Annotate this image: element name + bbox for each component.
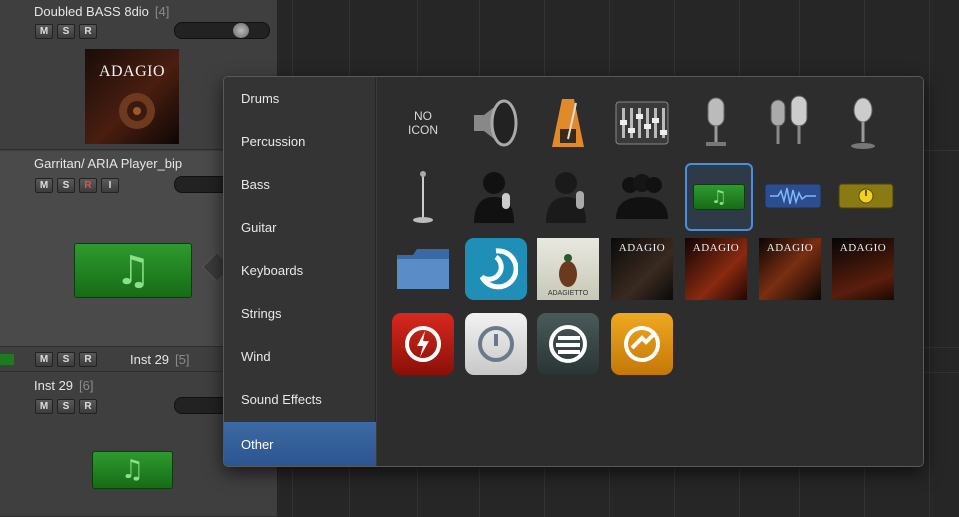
category-list: Drums Percussion Bass Guitar Keyboards S… [224, 77, 376, 466]
no-icon-option[interactable]: NO ICON [392, 92, 454, 154]
track-name: Doubled BASS 8dio [4] [34, 4, 170, 19]
input-monitor-button[interactable]: I [101, 178, 119, 193]
slider-knob[interactable] [233, 23, 249, 38]
two-microphones-icon[interactable] [759, 92, 821, 154]
group-silhouette-icon[interactable] [611, 165, 673, 227]
record-button[interactable]: R [79, 399, 97, 414]
category-percussion[interactable]: Percussion [224, 120, 376, 163]
track-name: Inst 29 [5] [130, 352, 190, 367]
solo-button[interactable]: S [57, 24, 75, 39]
category-other[interactable]: Other [224, 422, 376, 466]
adagio-album-4-icon[interactable]: ADAGIO [832, 238, 894, 300]
mixer-icon[interactable] [611, 92, 673, 154]
cello-scroll-icon [119, 93, 155, 129]
singer-silhouette-2-icon[interactable] [537, 165, 599, 227]
track-icon-picker-popover: Drums Percussion Bass Guitar Keyboards S… [223, 76, 924, 467]
category-drums[interactable]: Drums [224, 77, 376, 120]
metronome-icon[interactable] [537, 92, 599, 154]
music-note-option-selected[interactable]: ♫ [685, 163, 753, 231]
music-note-block: ♫ [693, 184, 745, 210]
track-color-marker [0, 354, 14, 365]
adagio-album-3-icon[interactable]: ADAGIO [759, 238, 821, 300]
category-strings[interactable]: Strings [224, 292, 376, 335]
category-wind[interactable]: Wind [224, 335, 376, 378]
track-icon-music-note[interactable]: ♫ [74, 243, 192, 298]
adagio-album-2-icon[interactable]: ADAGIO [685, 238, 747, 300]
track-name: Inst 29 [6] [34, 378, 94, 393]
mute-button[interactable]: M [35, 178, 53, 193]
speaker-icon[interactable] [465, 92, 527, 154]
record-button[interactable]: R [79, 24, 97, 39]
category-sound-effects[interactable]: Sound Effects [224, 378, 376, 421]
record-button[interactable]: R [79, 178, 97, 193]
record-button[interactable]: R [79, 352, 97, 367]
mic-stand-icon[interactable] [392, 165, 454, 227]
condenser-microphone-icon[interactable] [685, 92, 747, 154]
folder-icon[interactable] [392, 238, 454, 300]
swirl-logo-icon[interactable] [465, 238, 527, 300]
music-note-icon: ♫ [115, 247, 151, 294]
orange-app-icon[interactable] [611, 313, 673, 375]
music-note-icon: ♫ [710, 186, 728, 208]
vintage-microphone-icon[interactable] [832, 92, 894, 154]
mute-button[interactable]: M [35, 24, 53, 39]
music-note-icon: ♫ [120, 455, 145, 485]
singer-silhouette-icon[interactable] [465, 165, 527, 227]
track-icon-adagio[interactable]: ADAGIO [85, 49, 179, 144]
mute-button[interactable]: M [35, 399, 53, 414]
solo-button[interactable]: S [57, 399, 75, 414]
solo-button[interactable]: S [57, 178, 75, 193]
category-bass[interactable]: Bass [224, 163, 376, 206]
audio-waveform-icon[interactable] [762, 165, 824, 227]
category-guitar[interactable]: Guitar [224, 206, 376, 249]
volume-slider[interactable] [174, 22, 270, 39]
track-icon-music-note[interactable]: ♫ [92, 451, 173, 489]
white-dial-app-icon[interactable] [465, 313, 527, 375]
knob-block-icon[interactable] [835, 165, 897, 227]
adagietto-icon[interactable]: ADAGIETTO [537, 238, 599, 300]
icon-grid: NO ICON ♫ ADAGIETTO ADAGIO ADAGIO ADAGIO… [377, 77, 923, 466]
red-power-app-icon[interactable] [392, 313, 454, 375]
solo-button[interactable]: S [57, 352, 75, 367]
mute-button[interactable]: M [35, 352, 53, 367]
track-name: Garritan/ ARIA Player_bip [34, 156, 183, 171]
adagio-album-1-icon[interactable]: ADAGIO [611, 238, 673, 300]
category-keyboards[interactable]: Keyboards [224, 249, 376, 292]
dark-stripes-app-icon[interactable] [537, 313, 599, 375]
